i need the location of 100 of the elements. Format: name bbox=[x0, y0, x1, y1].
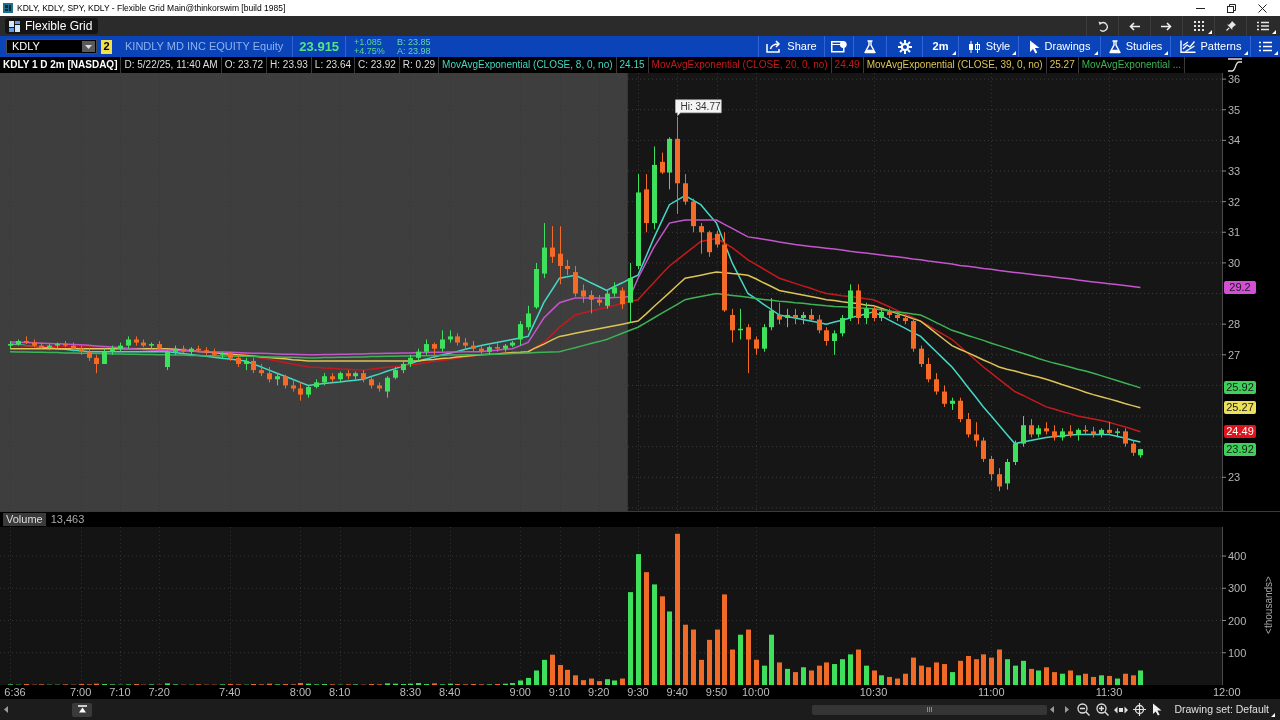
candlestick bbox=[251, 357, 256, 374]
candlestick bbox=[283, 374, 288, 389]
pin-icon bbox=[1225, 21, 1236, 31]
candlestick bbox=[597, 294, 602, 307]
candlestick bbox=[463, 337, 468, 350]
candlestick bbox=[408, 354, 413, 368]
candlestick bbox=[919, 345, 924, 368]
candlestick bbox=[730, 308, 735, 344]
candlestick bbox=[471, 340, 476, 353]
bid-price: B: 23.85 bbox=[396, 37, 431, 47]
study-label: MovAvgExponential (CLOSE, 39, 0, no) bbox=[865, 58, 1044, 72]
candlestick bbox=[840, 314, 845, 337]
candlestick bbox=[738, 308, 743, 340]
link-group-badge[interactable]: 2 bbox=[101, 39, 112, 54]
symbol-field[interactable]: KDLY bbox=[6, 39, 97, 54]
candlestick bbox=[989, 455, 994, 481]
crosshair-icon[interactable] bbox=[1133, 703, 1147, 716]
candlestick bbox=[306, 384, 311, 399]
candlestick bbox=[1091, 426, 1096, 438]
candlestick bbox=[377, 381, 382, 393]
scrollbar-thumb[interactable] bbox=[812, 704, 1048, 715]
curve-button[interactable] bbox=[1226, 57, 1244, 73]
pan-arrows-icon[interactable] bbox=[1114, 705, 1129, 714]
candlestick bbox=[141, 339, 146, 348]
price-tag: 24.49 bbox=[1224, 425, 1256, 439]
scroll-right-icon[interactable] bbox=[1065, 706, 1070, 713]
candlestick bbox=[1068, 424, 1073, 438]
axis-tick-label: 32 bbox=[1228, 195, 1241, 208]
candlestick bbox=[32, 339, 37, 348]
candlestick bbox=[291, 378, 296, 393]
axis-tick-label: 34 bbox=[1228, 134, 1241, 147]
left-arrow-icon bbox=[1129, 21, 1140, 31]
candlestick bbox=[63, 340, 68, 348]
candlestick bbox=[777, 302, 782, 325]
cursor-icon[interactable] bbox=[1152, 703, 1163, 716]
candlestick bbox=[1044, 421, 1049, 435]
candlestick bbox=[997, 467, 1002, 492]
candlestick bbox=[424, 339, 429, 356]
candlestick bbox=[440, 329, 445, 353]
study-label: MovAvgExponential (CLOSE, 20, 0, no) bbox=[650, 58, 829, 72]
candlestick bbox=[189, 346, 194, 356]
candlestick bbox=[16, 339, 21, 347]
candlestick bbox=[196, 345, 201, 353]
candlestick bbox=[620, 286, 625, 310]
ask-price: A: 23.98 bbox=[396, 46, 431, 56]
candlestick bbox=[479, 345, 484, 356]
restore-icon bbox=[1227, 3, 1236, 13]
candlestick bbox=[314, 378, 319, 389]
zoom-in-icon[interactable] bbox=[1096, 703, 1110, 716]
candlestick bbox=[455, 332, 460, 347]
candlestick bbox=[338, 371, 343, 383]
collapse-button[interactable] bbox=[72, 702, 92, 717]
candlestick bbox=[707, 230, 712, 258]
candlestick bbox=[683, 173, 688, 206]
candlestick bbox=[518, 320, 523, 347]
axis-tick-label: 36 bbox=[1228, 73, 1241, 86]
candlestick bbox=[1021, 415, 1026, 448]
drawing-set-button[interactable]: Drawing set: Default bbox=[1174, 701, 1275, 718]
scroll-left-icon bbox=[4, 706, 8, 713]
candlestick bbox=[1107, 421, 1112, 435]
candlestick bbox=[1005, 458, 1010, 491]
candlestick bbox=[1076, 427, 1081, 442]
menu-icon bbox=[1259, 41, 1272, 52]
candlestick bbox=[1036, 424, 1041, 438]
corner-triangle-icon bbox=[1208, 30, 1212, 34]
candlestick bbox=[934, 372, 939, 396]
candlestick bbox=[330, 372, 335, 383]
candlestick bbox=[149, 342, 154, 350]
change-percent: +4.75% bbox=[354, 46, 385, 56]
scroll-left-icon[interactable] bbox=[1050, 706, 1055, 713]
pattern-chart-icon bbox=[1179, 40, 1196, 53]
candlestick bbox=[244, 357, 249, 371]
corner-triangle-icon bbox=[952, 51, 956, 55]
candlestick bbox=[793, 308, 798, 325]
candlestick bbox=[832, 329, 837, 356]
candlestick bbox=[401, 360, 406, 374]
zoom-out-icon[interactable] bbox=[1077, 703, 1091, 716]
candlestick bbox=[872, 305, 877, 322]
candlestick bbox=[628, 262, 633, 324]
candlestick bbox=[94, 354, 99, 374]
candlestick bbox=[966, 412, 971, 438]
candlestick bbox=[487, 345, 492, 356]
candlestick bbox=[510, 340, 515, 348]
candlestick bbox=[369, 375, 374, 389]
layout-button[interactable]: Flexible Grid bbox=[5, 18, 99, 34]
corner-triangle-icon bbox=[1274, 51, 1278, 55]
app-icon bbox=[3, 3, 13, 13]
candlestick bbox=[126, 335, 131, 350]
candlestick bbox=[542, 222, 547, 279]
candlestick bbox=[47, 343, 52, 351]
candlestick bbox=[259, 363, 264, 377]
candlestick bbox=[8, 340, 13, 350]
candlestick bbox=[87, 348, 92, 362]
right-arrow-icon bbox=[1161, 21, 1172, 31]
dropdown-button[interactable] bbox=[82, 41, 95, 52]
window-title: KDLY, KDLY, SPY, KDLY - Flexible Grid Main@thinkorswim [build 1985] bbox=[17, 2, 286, 15]
candlestick bbox=[416, 348, 421, 362]
candlestick bbox=[71, 342, 76, 353]
candlestick bbox=[526, 305, 531, 331]
study-label: MovAvgExponential (CLOSE, 8, 0, no) bbox=[441, 58, 614, 72]
